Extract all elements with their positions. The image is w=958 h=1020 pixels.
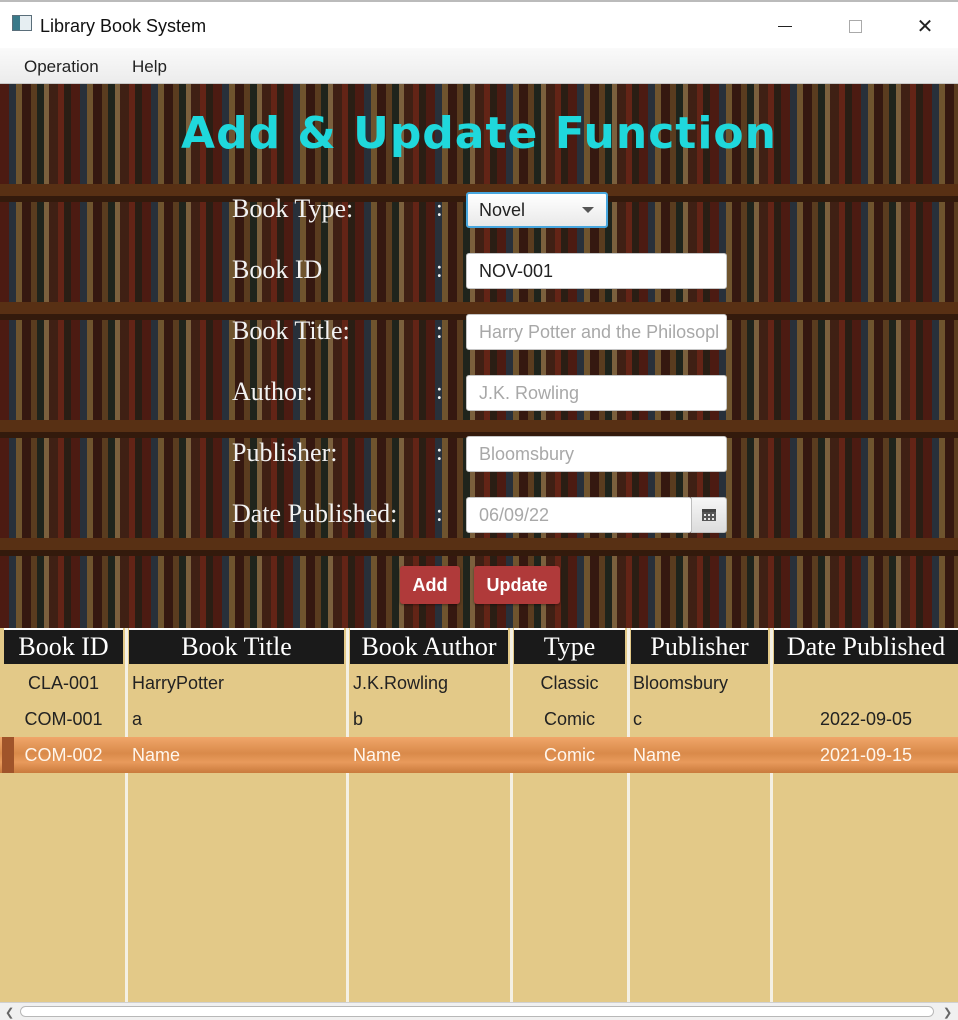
table-row[interactable]: COM-001 a b Comic c 2022-09-05: [0, 701, 958, 737]
app-icon: [12, 15, 32, 31]
calendar-icon: [702, 509, 716, 521]
scroll-left-icon[interactable]: ❮: [5, 1006, 14, 1019]
book-type-label: Book Type:: [232, 194, 354, 223]
cell-publisher: Name: [633, 745, 682, 765]
minimize-icon: [778, 25, 792, 27]
cell-book-title: HarryPotter: [132, 673, 225, 693]
book-id-field[interactable]: NOV-001: [466, 253, 727, 289]
update-button[interactable]: Update: [474, 566, 560, 604]
publisher-label: Publisher:: [232, 438, 338, 467]
date-published-label: Date Published:: [232, 499, 398, 528]
cell-book-id: COM-001: [24, 709, 103, 729]
maximize-icon: [848, 19, 862, 33]
colon: :: [436, 379, 443, 405]
scrollbar-thumb[interactable]: [20, 1006, 934, 1017]
book-type-select[interactable]: Novel: [466, 192, 608, 228]
menu-bar: Operation Help: [0, 48, 958, 84]
cell-publisher: Bloomsbury: [633, 673, 729, 693]
table-row-selected[interactable]: COM-002 Name Name Comic Name 2021-09-15: [0, 737, 958, 773]
horizontal-scrollbar[interactable]: ❮ ❯: [0, 1002, 958, 1020]
menu-operation[interactable]: Operation: [24, 57, 99, 77]
publisher-field[interactable]: Bloomsbury: [466, 436, 727, 472]
column-header-publisher[interactable]: Publisher: [631, 628, 768, 664]
menu-help[interactable]: Help: [132, 57, 167, 77]
cell-book-author: b: [353, 709, 364, 729]
chevron-down-icon: [582, 207, 594, 213]
colon: :: [436, 257, 443, 283]
cell-date-published: 2021-09-15: [819, 745, 913, 765]
colon: :: [436, 318, 443, 344]
author-field[interactable]: J.K. Rowling: [466, 375, 727, 411]
column-header-type[interactable]: Type: [514, 628, 625, 664]
cell-book-id: CLA-001: [27, 673, 100, 693]
table-row[interactable]: CLA-001 HarryPotter J.K.Rowling Classic …: [0, 665, 958, 701]
book-title-field[interactable]: Harry Potter and the Philosopl: [466, 314, 727, 350]
book-title-label: Book Title:: [232, 316, 350, 345]
scroll-right-icon[interactable]: ❯: [943, 1006, 952, 1019]
cell-book-author: J.K.Rowling: [353, 673, 449, 693]
maximize-button[interactable]: [832, 8, 878, 44]
column-header-book-id[interactable]: Book ID: [4, 628, 123, 664]
book-type-value: Novel: [479, 200, 526, 220]
close-icon: ✕: [916, 15, 934, 38]
cell-book-author: Name: [353, 745, 402, 765]
colon: :: [436, 501, 443, 527]
books-table[interactable]: Book ID Book Title Book Author Type Publ…: [0, 628, 958, 1002]
page-title: Add & Update Function: [181, 108, 777, 159]
window-title: Library Book System: [40, 16, 207, 36]
cell-date-published: [774, 665, 958, 701]
date-picker-button[interactable]: [691, 497, 727, 533]
form-panel: Add & Update Function Book Type: : Novel…: [0, 84, 958, 628]
cell-type: Classic: [540, 673, 599, 693]
cell-book-id: COM-002: [24, 745, 103, 765]
close-button[interactable]: ✕: [902, 8, 948, 44]
colon: :: [436, 440, 443, 466]
cell-publisher: c: [633, 709, 642, 729]
column-header-book-title[interactable]: Book Title: [129, 628, 344, 664]
cell-type: Comic: [543, 709, 595, 729]
colon: :: [436, 196, 443, 222]
author-label: Author:: [232, 377, 313, 406]
cell-book-title: Name: [132, 745, 181, 765]
column-header-date-published[interactable]: Date Published: [774, 628, 958, 664]
minimize-button[interactable]: [762, 8, 808, 44]
title-bar: Library Book System ✕: [0, 0, 958, 48]
cell-date-published: 2022-09-05: [819, 709, 913, 729]
column-header-book-author[interactable]: Book Author: [350, 628, 508, 664]
cell-type: Comic: [543, 745, 595, 765]
add-button[interactable]: Add: [400, 566, 460, 604]
book-id-label: Book ID: [232, 255, 323, 284]
date-published-field[interactable]: 06/09/22: [466, 497, 692, 533]
cell-book-title: a: [132, 709, 143, 729]
